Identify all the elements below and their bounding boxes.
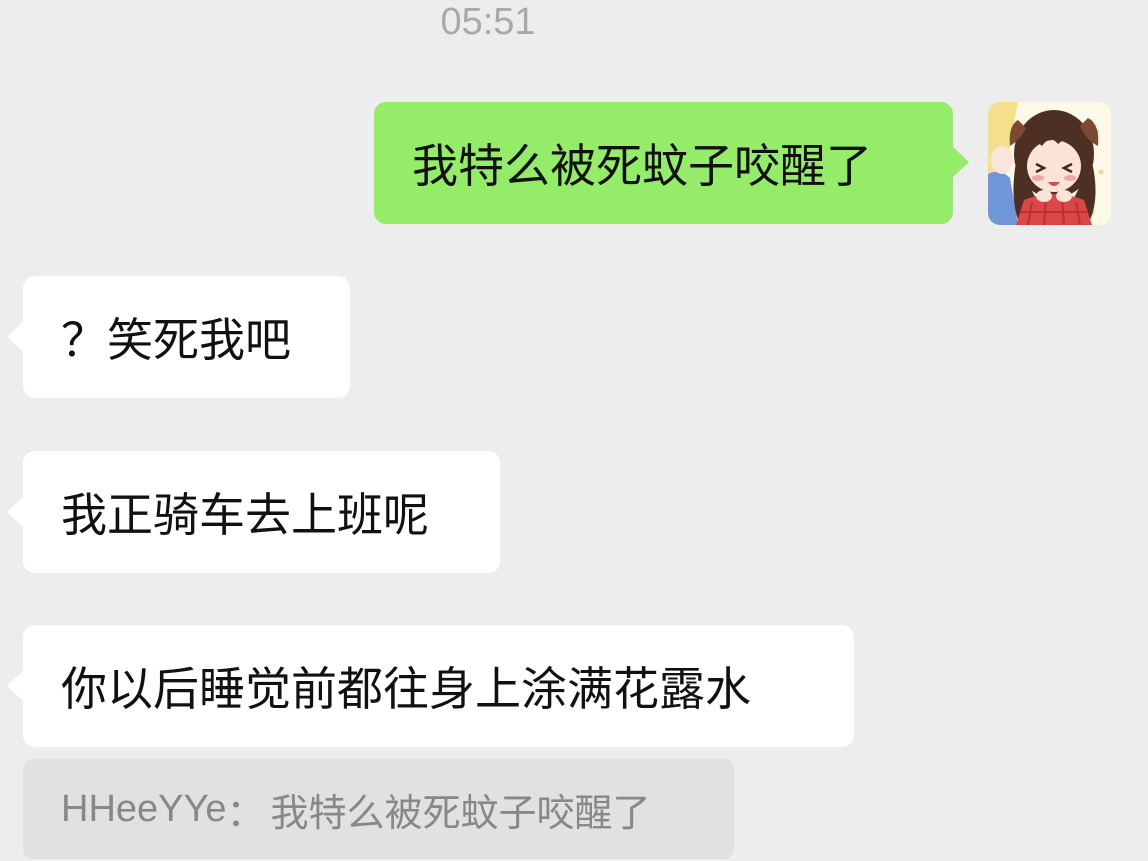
user-avatar[interactable] [988,102,1111,225]
outgoing-message-text: 我特么被死蚊子咬醒了 [412,139,872,193]
incoming-message-text: ？笑死我吧 [61,313,291,367]
incoming-message-text: 你以后睡觉前都往身上涂满花露水 [61,662,751,716]
quoted-reply[interactable]: HHeeYYe ： 我特么被死蚊子咬醒了 [23,759,734,859]
quote-separator: ： [226,790,265,835]
outgoing-message-bubble[interactable]: 我特么被死蚊子咬醒了 [374,102,969,224]
incoming-message-bubble[interactable]: ？笑死我吧 [7,276,350,398]
quote-sender-name: HHeeYYe [61,787,227,830]
incoming-message-text: 我正骑车去上班呢 [61,488,429,542]
anime-girl-avatar-icon [988,102,1111,225]
message-timestamp: 05:51 [440,1,536,43]
incoming-message-bubble[interactable]: 我正骑车去上班呢 [7,451,500,573]
quote-text: 我特么被死蚊子咬醒了 [270,790,651,835]
incoming-message-bubble[interactable]: 你以后睡觉前都往身上涂满花露水 [7,625,854,747]
